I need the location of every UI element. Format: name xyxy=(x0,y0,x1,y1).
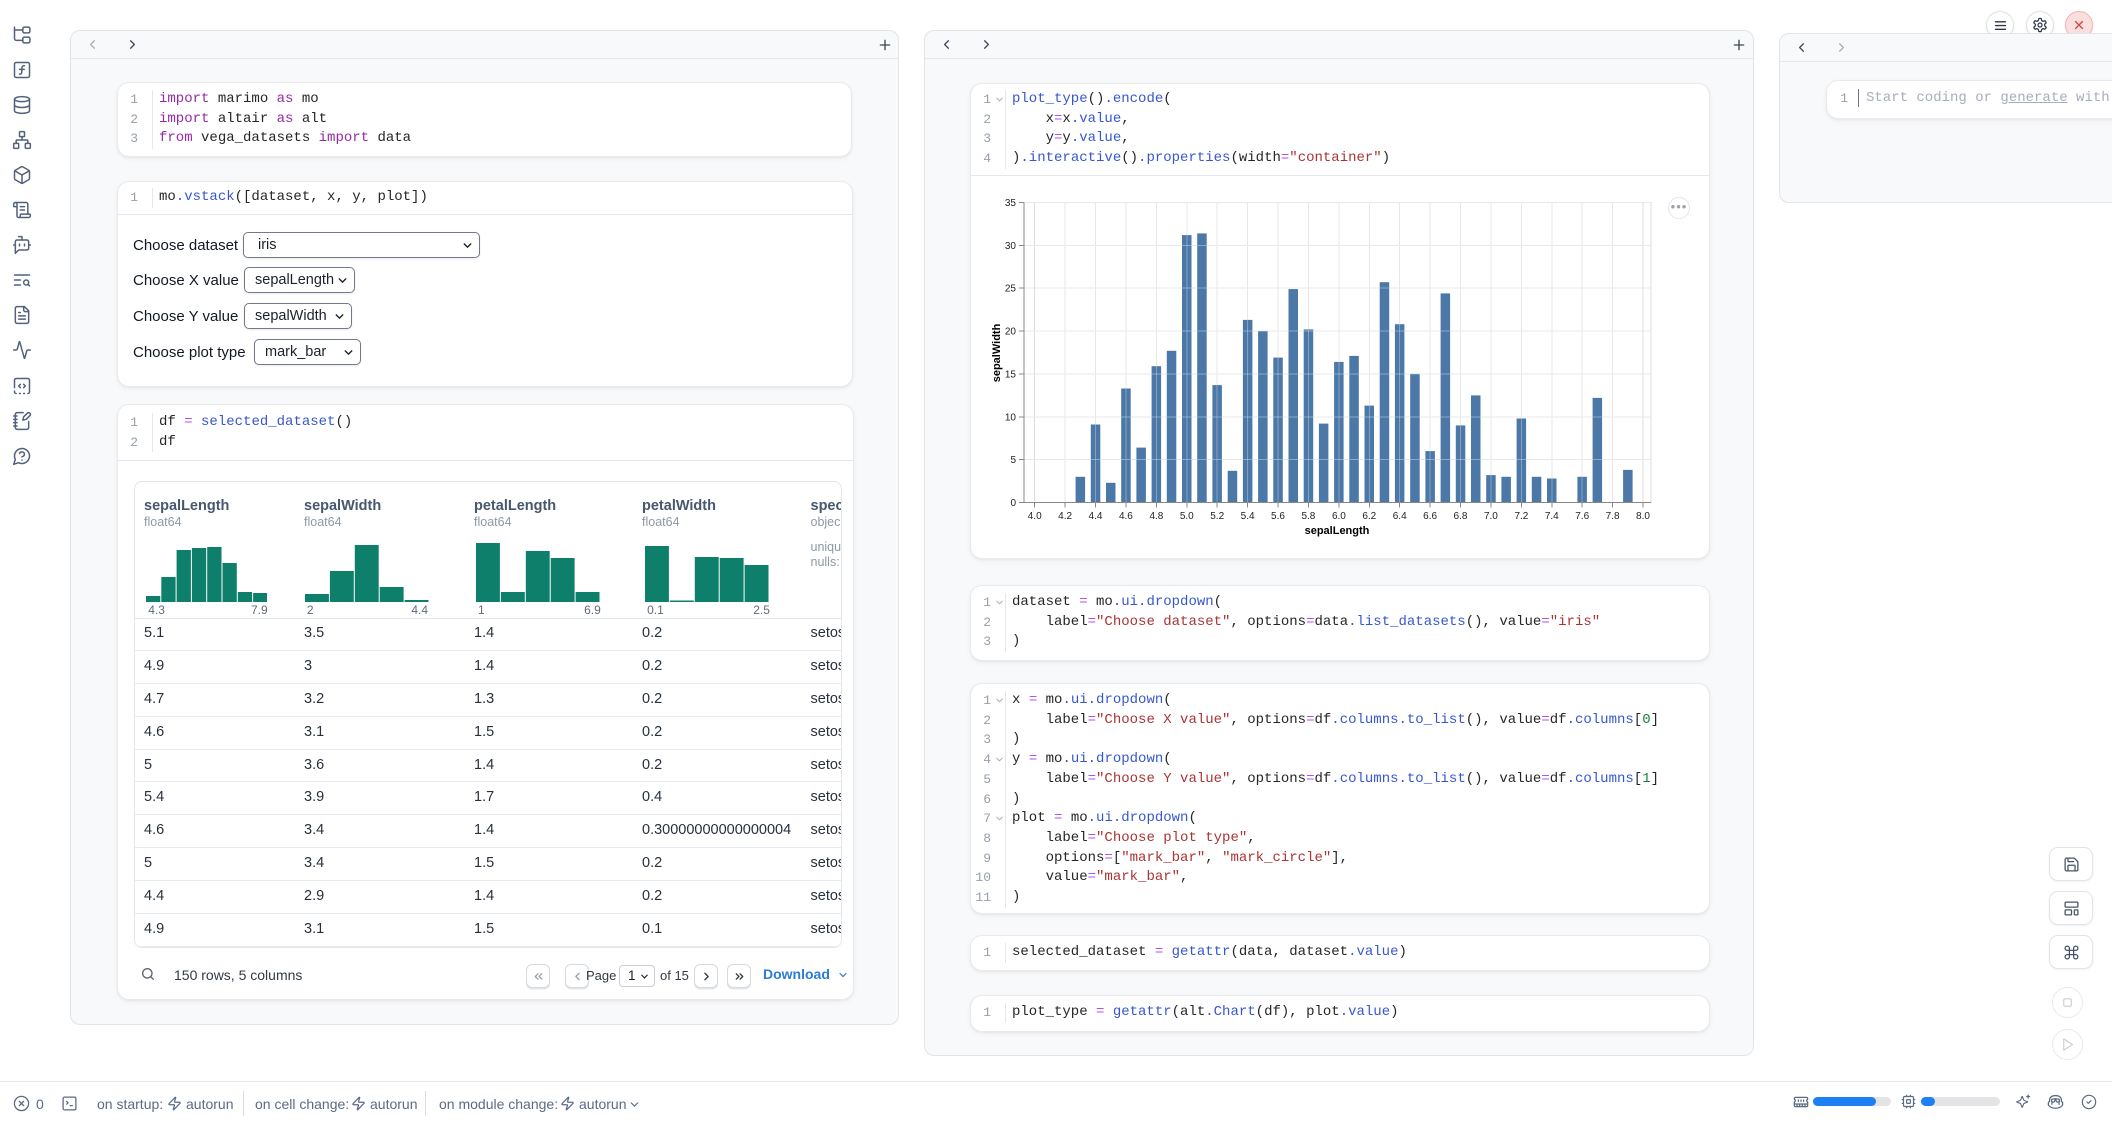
svg-text:sepalWidth: sepalWidth xyxy=(991,323,1003,382)
svg-text:20: 20 xyxy=(1005,327,1017,338)
svg-text:6.6: 6.6 xyxy=(1423,511,1437,522)
svg-text:6.4: 6.4 xyxy=(1393,511,1407,522)
svg-text:10: 10 xyxy=(1005,412,1017,423)
svg-text:15: 15 xyxy=(1005,369,1017,380)
svg-text:35: 35 xyxy=(1005,198,1017,209)
svg-text:4.6: 4.6 xyxy=(1119,511,1133,522)
svg-text:4.0: 4.0 xyxy=(1028,511,1042,522)
svg-text:6.2: 6.2 xyxy=(1362,511,1376,522)
svg-text:8.0: 8.0 xyxy=(1636,511,1650,522)
svg-text:sepalLength: sepalLength xyxy=(1305,525,1370,537)
svg-text:7.0: 7.0 xyxy=(1484,511,1498,522)
svg-text:5.0: 5.0 xyxy=(1180,511,1194,522)
svg-text:4.2: 4.2 xyxy=(1058,511,1072,522)
svg-text:7.2: 7.2 xyxy=(1514,511,1528,522)
svg-text:5.6: 5.6 xyxy=(1271,511,1285,522)
svg-text:5.4: 5.4 xyxy=(1241,511,1255,522)
svg-text:6.0: 6.0 xyxy=(1332,511,1346,522)
svg-text:25: 25 xyxy=(1005,284,1017,295)
svg-text:7.4: 7.4 xyxy=(1545,511,1559,522)
svg-text:6.8: 6.8 xyxy=(1454,511,1468,522)
svg-text:0: 0 xyxy=(1010,498,1016,509)
svg-text:7.6: 7.6 xyxy=(1575,511,1589,522)
svg-text:7.8: 7.8 xyxy=(1606,511,1620,522)
svg-text:5: 5 xyxy=(1010,455,1016,466)
svg-text:5.8: 5.8 xyxy=(1301,511,1315,522)
svg-text:30: 30 xyxy=(1005,241,1017,252)
svg-text:4.8: 4.8 xyxy=(1149,511,1163,522)
svg-text:4.4: 4.4 xyxy=(1089,511,1103,522)
svg-text:5.2: 5.2 xyxy=(1210,511,1224,522)
